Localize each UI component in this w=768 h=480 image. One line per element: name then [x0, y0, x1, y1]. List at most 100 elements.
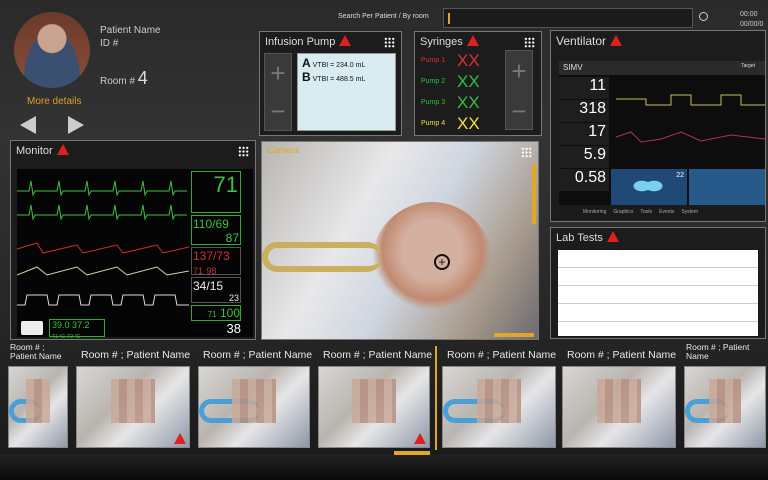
bp2d: 98 — [206, 266, 217, 276]
pab: 15 — [209, 279, 224, 293]
strip-divider — [435, 346, 437, 450]
pa-box: 34/15 23 — [191, 277, 241, 303]
hr-value: 71 — [191, 171, 241, 213]
more-details-link[interactable]: More details — [27, 96, 81, 107]
pump-value: XX — [457, 92, 480, 112]
bp2b: 73 — [216, 249, 230, 263]
grid-menu-icon[interactable] — [521, 147, 532, 158]
patient-thumbnail[interactable] — [684, 366, 766, 448]
grid-menu-icon[interactable] — [238, 146, 249, 157]
syringes-title: Syringes — [420, 35, 479, 48]
syringes-title-text: Syringes — [420, 36, 463, 48]
channel-a-text: VTBI = 234.0 mL — [312, 62, 366, 69]
lab-tests-title-text: Lab Tests — [556, 232, 603, 244]
patient-name: Patient Name — [100, 25, 161, 36]
warning-icon — [339, 35, 352, 46]
next-arrow-icon[interactable] — [68, 116, 84, 134]
ventilator-title-text: Ventilator — [556, 34, 607, 48]
monitor-title-text: Monitor — [16, 145, 53, 157]
pump-label: Pump 3 — [421, 99, 446, 106]
prev-arrow-icon[interactable] — [20, 116, 36, 134]
camera-panel[interactable]: Camera + — [261, 141, 539, 340]
bp1-box: 110/69 87 — [191, 215, 241, 245]
clock-date: 00/00/0 — [740, 21, 764, 28]
search-input[interactable] — [443, 8, 693, 28]
syringe-plus-minus-button[interactable]: + − — [505, 50, 533, 130]
infusion-pump-panel[interactable]: Infusion Pump + − A VTBI = 234.0 mL B VTB… — [259, 31, 402, 136]
bp1: 110/ — [193, 217, 216, 231]
vent-tab[interactable]: Graphics — [613, 209, 633, 215]
patient-id: ID # — [100, 38, 119, 49]
pixelated-face — [26, 379, 50, 423]
thumbnail-label[interactable]: Room # ; Patient Name — [323, 349, 432, 361]
pump-row[interactable]: Pump 2 XX — [421, 71, 480, 92]
monitor-panel[interactable]: Monitor 71 110/69 87 137/73 71 98 34/15 23 … — [10, 140, 256, 340]
patient-thumbnail[interactable] — [562, 366, 676, 448]
pixelated-face — [476, 379, 522, 423]
pump-display: A VTBI = 234.0 mL B VTBI = 488.5 mL — [297, 53, 396, 131]
patient-thumbnail[interactable] — [8, 366, 68, 448]
infusion-plus-button[interactable]: + − — [264, 53, 292, 131]
vent-tab[interactable]: Tools — [640, 209, 652, 215]
thumbnail-label[interactable]: Room # ; Patient Name — [81, 349, 190, 361]
tube — [262, 242, 382, 272]
pump-label: Pump 1 — [421, 57, 446, 64]
vent-mode-bar: SIMV Target — [559, 61, 765, 75]
thumbnail-label[interactable]: Room # ; Patient Name — [203, 349, 312, 361]
pa: 34/ — [193, 279, 210, 293]
monitor-screen: 71 110/69 87 137/73 71 98 34/15 23 71 100 3… — [17, 169, 253, 340]
vent-tab[interactable]: Monitoring — [583, 209, 606, 215]
ventilator-panel[interactable]: Ventilator SIMVTarget 11318175.90.58 350… — [550, 30, 766, 222]
vent-tabs: Monitoring Graphics Tools Events System — [559, 205, 765, 219]
vent-value: 5.9 — [559, 146, 609, 168]
patient-room: Room # 4 — [100, 68, 148, 89]
patient-thumbnail[interactable] — [76, 366, 190, 448]
spo2-box: 71 100 — [191, 305, 241, 321]
grid-menu-icon[interactable] — [524, 37, 535, 48]
grid-menu-icon[interactable] — [384, 37, 395, 48]
syringes-panel[interactable]: Syringes Pump 1 XX Pump 2 XX Pump 3 XX Pump 4 X… — [414, 31, 542, 136]
pump-row[interactable]: Pump 3 XX — [421, 92, 480, 113]
lab-tests-panel[interactable]: Lab Tests — [550, 227, 766, 339]
patient-thumbnail[interactable] — [318, 366, 430, 448]
pixelated-face — [596, 379, 642, 423]
vent-tab[interactable]: Events — [659, 209, 674, 215]
zoom-in-icon[interactable]: + — [434, 254, 450, 270]
thumbnail-label[interactable]: Room # ; Patient Name — [567, 349, 676, 361]
screen: Patient Name ID # Room # 4 More details … — [0, 0, 768, 462]
vent-value: 0.58 — [559, 169, 609, 191]
bp2-box: 137/73 71 98 — [191, 247, 241, 276]
room-label: Room # — [100, 76, 136, 87]
camera-progress — [494, 333, 534, 337]
warning-icon — [56, 144, 69, 155]
search-icon[interactable] — [699, 12, 708, 21]
thumbnail-label[interactable]: Room # ; Patient Name — [447, 349, 556, 361]
pump-label: Pump 2 — [421, 78, 446, 85]
t1: 39.0 — [52, 320, 70, 330]
pixelated-face — [709, 379, 741, 423]
pump-value: XX — [457, 71, 480, 91]
home-button[interactable] — [21, 321, 43, 335]
minus-label: − — [270, 96, 286, 126]
pump-row[interactable]: Pump 4 XX — [421, 113, 480, 134]
patient-avatar[interactable] — [14, 12, 90, 88]
patient-thumbnail[interactable] — [442, 366, 556, 448]
patient-thumbnail[interactable] — [198, 366, 310, 448]
pump-row[interactable]: Pump 1 XX — [421, 50, 480, 71]
pump-value: XX — [457, 113, 480, 133]
thumbnail-label[interactable]: Room # ; Patient Name — [686, 343, 764, 361]
monitor-title: Monitor — [16, 144, 69, 157]
camera-scrollbar[interactable] — [532, 164, 536, 224]
pump-value: XX — [457, 50, 480, 70]
vent-value: 11 — [559, 77, 609, 99]
pixelated-face — [352, 379, 396, 423]
plus-label: + — [270, 58, 286, 88]
thumbnail-label[interactable]: Room # ; Patient Name — [10, 343, 66, 361]
lung-icon — [633, 173, 663, 199]
vent-mode: SIMV — [563, 63, 583, 72]
vent-tab[interactable]: System — [681, 209, 698, 215]
bp1b: 69 — [215, 217, 229, 231]
clock-time: 00:00 — [740, 11, 758, 18]
vent-value: 17 — [559, 123, 609, 145]
channel-b: B — [302, 70, 311, 84]
